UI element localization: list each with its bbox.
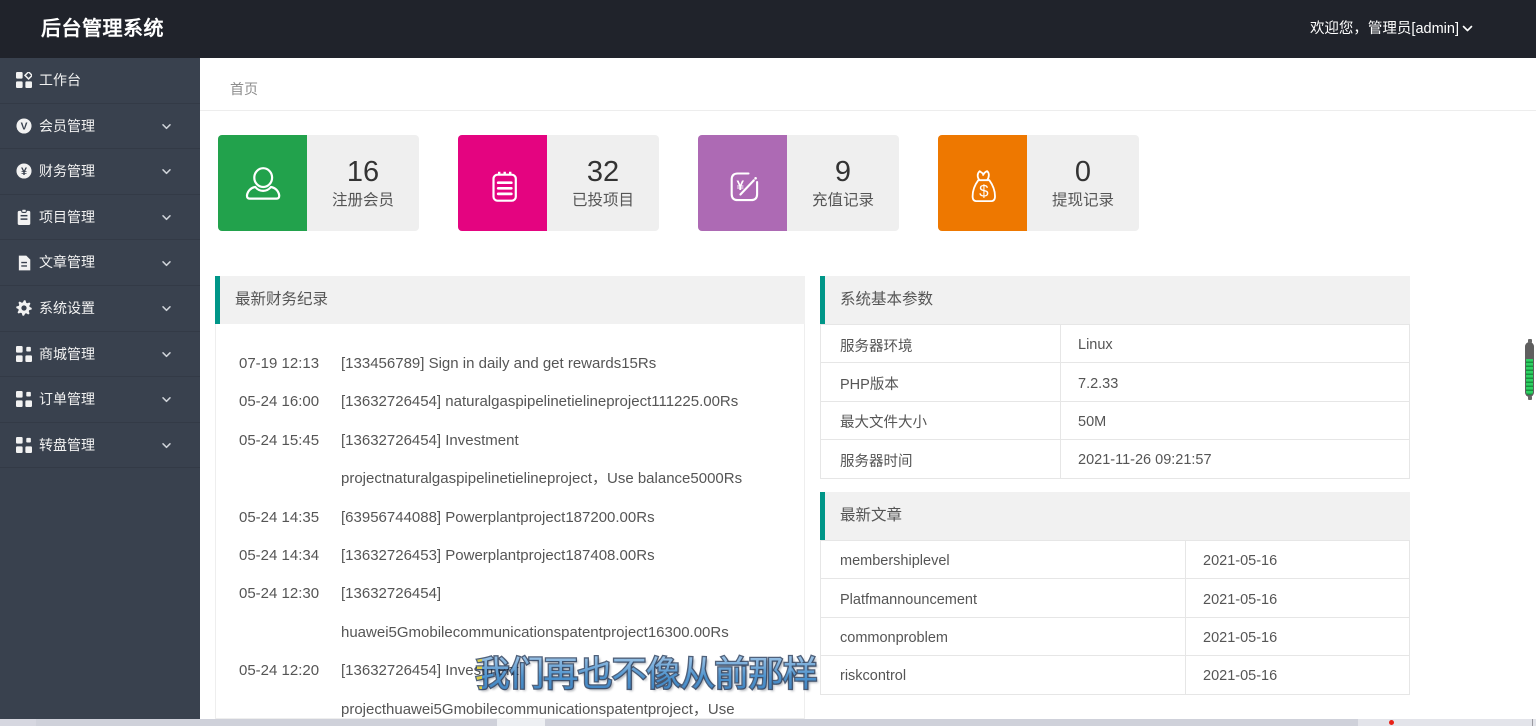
svg-text:¥: ¥ bbox=[21, 166, 27, 178]
svg-text:$: $ bbox=[979, 182, 989, 201]
svg-text:V: V bbox=[21, 122, 28, 133]
